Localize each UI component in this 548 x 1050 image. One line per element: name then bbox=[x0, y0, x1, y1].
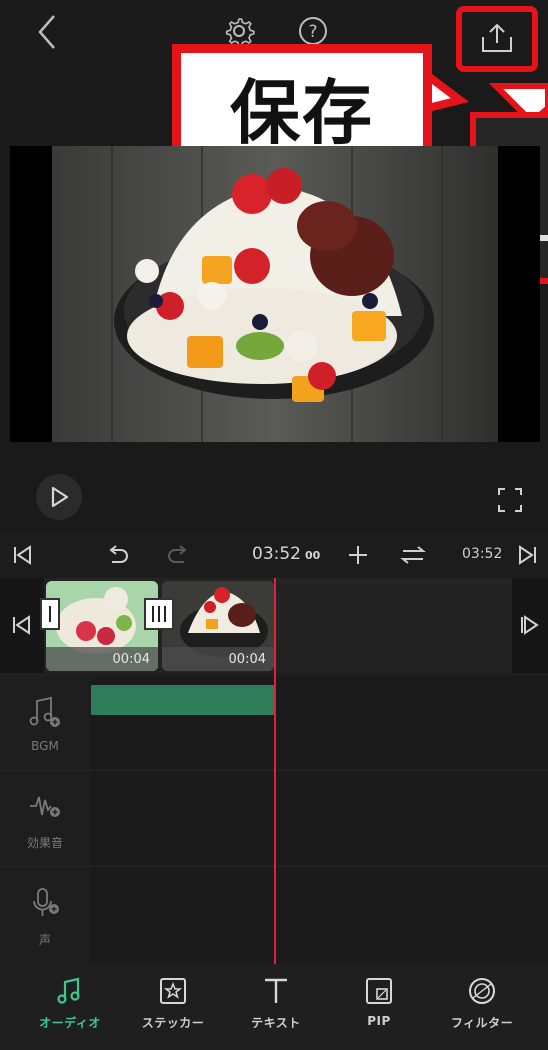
current-time: 03:52 00 bbox=[252, 544, 320, 564]
sound-effect-track-header[interactable]: 効果音 bbox=[0, 771, 90, 867]
settings-button[interactable] bbox=[222, 14, 256, 48]
plus-icon bbox=[349, 546, 367, 564]
music-note-add-icon bbox=[29, 696, 60, 727]
track-label: 声 bbox=[38, 932, 51, 947]
nav-filter[interactable]: フィルター bbox=[432, 976, 532, 1031]
svg-text:?: ? bbox=[308, 22, 317, 42]
clip-duration: 00:04 bbox=[112, 652, 150, 667]
jump-start-button[interactable] bbox=[8, 540, 36, 570]
preview-image bbox=[52, 146, 498, 442]
step-back-icon bbox=[13, 615, 30, 635]
next-clip-button[interactable] bbox=[514, 610, 544, 640]
total-time: 03:52 bbox=[462, 546, 503, 562]
current-time-value: 03:52 bbox=[252, 544, 301, 564]
add-clip-button[interactable] bbox=[344, 540, 372, 570]
nav-label: オーディオ bbox=[39, 1016, 101, 1030]
nav-label: フィルター bbox=[450, 1016, 514, 1030]
trim-handle-split[interactable] bbox=[144, 598, 174, 630]
voice-track-header[interactable]: 声 bbox=[0, 867, 90, 965]
music-note-icon bbox=[57, 977, 80, 1004]
nav-label: PIP bbox=[367, 1014, 391, 1028]
nav-text[interactable]: テキスト bbox=[226, 976, 326, 1031]
help-button[interactable]: ? bbox=[296, 14, 330, 48]
nav-pip[interactable]: PIP bbox=[329, 976, 429, 1028]
skip-end-icon bbox=[519, 545, 536, 565]
nav-audio[interactable]: オーディオ bbox=[20, 976, 120, 1031]
back-button[interactable] bbox=[28, 10, 68, 54]
undo-button[interactable] bbox=[102, 540, 132, 570]
current-frames: 00 bbox=[305, 549, 321, 562]
play-icon bbox=[51, 486, 69, 508]
pip-icon bbox=[366, 978, 392, 1004]
clip-duration: 00:04 bbox=[228, 652, 266, 667]
swap-arrows-icon bbox=[400, 546, 426, 564]
grip-icon bbox=[152, 606, 166, 622]
redo-button[interactable] bbox=[164, 540, 194, 570]
nav-label: ステッカー bbox=[141, 1016, 205, 1030]
step-forward-icon bbox=[521, 615, 539, 635]
clip-item[interactable]: 00:04 bbox=[46, 581, 158, 671]
track-label: BGM bbox=[31, 739, 59, 753]
play-button[interactable] bbox=[36, 474, 82, 520]
nav-label: テキスト bbox=[251, 1016, 301, 1030]
clip-item[interactable]: 00:04 bbox=[162, 581, 274, 671]
grip-icon bbox=[49, 606, 51, 622]
sticker-star-icon bbox=[160, 978, 186, 1004]
track-label: 効果音 bbox=[26, 835, 63, 850]
video-preview[interactable] bbox=[10, 146, 540, 442]
playhead[interactable] bbox=[274, 578, 276, 964]
sound-wave-add-icon bbox=[30, 796, 60, 817]
trim-handle-left[interactable] bbox=[40, 598, 60, 630]
fullscreen-icon bbox=[498, 488, 522, 512]
redo-icon bbox=[168, 545, 187, 563]
timeline-toolbar: 03:52 00 03:52 bbox=[0, 532, 548, 578]
clip-strip: 00:04 00:04 bbox=[40, 578, 512, 673]
filter-circles-icon bbox=[469, 978, 495, 1004]
share-upload-icon bbox=[482, 23, 512, 52]
chevron-left-icon bbox=[38, 15, 55, 49]
microphone-add-icon bbox=[33, 887, 59, 916]
bgm-clip[interactable] bbox=[91, 685, 275, 715]
prev-clip-button[interactable] bbox=[8, 610, 38, 640]
gear-icon bbox=[225, 18, 255, 47]
bottom-nav: オーディオ ステッカー テキスト PIP フィルター bbox=[0, 964, 548, 1050]
fullscreen-button[interactable] bbox=[490, 480, 530, 520]
nav-sticker[interactable]: ステッカー bbox=[123, 976, 223, 1031]
swap-button[interactable] bbox=[398, 540, 428, 570]
skip-start-icon bbox=[14, 545, 31, 565]
question-icon: ? bbox=[299, 17, 327, 45]
bgm-track-header[interactable]: BGM bbox=[0, 675, 90, 771]
callout-text: 保存 bbox=[230, 71, 374, 154]
text-t-icon bbox=[265, 978, 287, 1003]
undo-icon bbox=[109, 545, 128, 563]
jump-end-button[interactable] bbox=[514, 540, 542, 570]
